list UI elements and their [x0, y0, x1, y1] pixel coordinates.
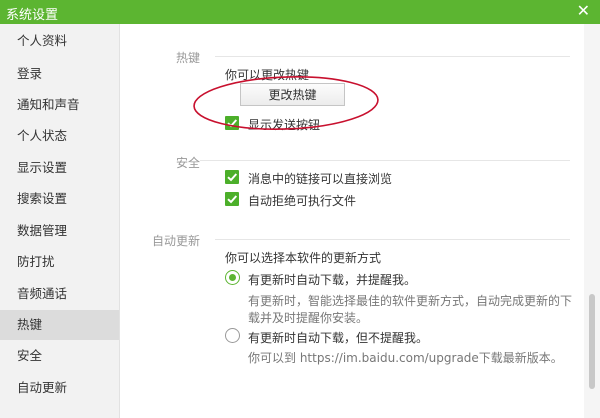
reject-executables-checkbox[interactable]: [225, 192, 239, 206]
sidebar-item-search[interactable]: 搜索设置: [0, 184, 119, 214]
settings-sidebar: 个人资料 登录 通知和声音 个人状态 显示设置 搜索设置 数据管理 防打扰 音频…: [0, 24, 120, 418]
check-icon: [227, 119, 238, 128]
sidebar-item-dnd[interactable]: 防打扰: [0, 247, 119, 277]
sidebar-item-label: 安全: [17, 348, 43, 363]
check-icon: [227, 195, 238, 204]
reject-executables-label: 自动拒绝可执行文件: [248, 194, 357, 208]
sidebar-item-label: 通知和声音: [17, 97, 80, 112]
update-notify-detail: 有更新时，智能选择最佳的软件更新方式，自动完成更新的下: [248, 294, 573, 308]
change-hotkey-button[interactable]: 更改热键: [240, 83, 345, 106]
sidebar-item-label: 数据管理: [17, 223, 68, 238]
sidebar-item-profile[interactable]: 个人资料: [0, 26, 119, 56]
check-icon: [227, 173, 238, 182]
update-notify-label: 有更新时自动下载，并提醒我。: [248, 273, 417, 287]
title-bar: 系统设置 ✕: [0, 0, 600, 24]
direct-browse-links-label: 消息中的链接可以直接浏览: [248, 172, 393, 186]
scrollbar-thumb[interactable]: [589, 294, 595, 389]
sidebar-item-label: 搜索设置: [17, 191, 68, 206]
sidebar-item-label: 个人资料: [17, 33, 68, 48]
hotkey-description: 你可以更改热键: [225, 68, 310, 82]
sidebar-item-label: 自动更新: [17, 380, 68, 395]
auto-update-section-label: 自动更新: [152, 234, 201, 248]
sidebar-item-security[interactable]: 安全: [0, 341, 119, 371]
update-notify-radio[interactable]: [225, 270, 240, 285]
settings-content: 热键 你可以更改热键 更改热键 显示发送按钮 安全 消息中的链接可以直接浏览 自…: [121, 24, 584, 418]
security-section-label: 安全: [176, 156, 201, 170]
sidebar-item-label: 显示设置: [17, 160, 68, 175]
update-silent-label: 有更新时自动下载，但不提醒我。: [248, 331, 429, 345]
section-divider: [215, 239, 570, 240]
show-send-button-checkbox[interactable]: [225, 116, 239, 130]
update-notify-detail-cont: 载并及时提醒你安装。: [248, 311, 369, 325]
sidebar-item-status[interactable]: 个人状态: [0, 121, 119, 151]
sidebar-item-audio-call[interactable]: 音频通话: [0, 279, 119, 309]
sidebar-item-login[interactable]: 登录: [0, 59, 119, 89]
sidebar-item-label: 个人状态: [17, 128, 68, 143]
update-silent-detail: 你可以到 https://im.baidu.com/upgrade下载最新版本。: [248, 351, 563, 365]
section-divider: [215, 56, 570, 57]
sidebar-item-hotkeys[interactable]: 热键: [0, 310, 119, 340]
hotkey-section-label: 热键: [176, 51, 201, 65]
sidebar-item-label: 防打扰: [17, 254, 55, 269]
auto-update-description: 你可以选择本软件的更新方式: [225, 251, 382, 265]
section-divider: [200, 160, 570, 161]
window-title: 系统设置: [6, 8, 59, 23]
sidebar-item-display[interactable]: 显示设置: [0, 153, 119, 183]
sidebar-item-auto-update[interactable]: 自动更新: [0, 373, 119, 403]
sidebar-item-notifications[interactable]: 通知和声音: [0, 90, 119, 120]
update-silent-radio[interactable]: [225, 328, 240, 343]
sidebar-item-label: 音频通话: [17, 286, 68, 301]
close-icon[interactable]: ✕: [577, 3, 590, 19]
scrollbar[interactable]: [584, 24, 600, 418]
show-send-button-label: 显示发送按钮: [248, 118, 321, 132]
sidebar-item-data[interactable]: 数据管理: [0, 216, 119, 246]
direct-browse-links-checkbox[interactable]: [225, 170, 239, 184]
sidebar-item-label: 热键: [17, 317, 43, 332]
sidebar-item-label: 登录: [17, 66, 43, 81]
